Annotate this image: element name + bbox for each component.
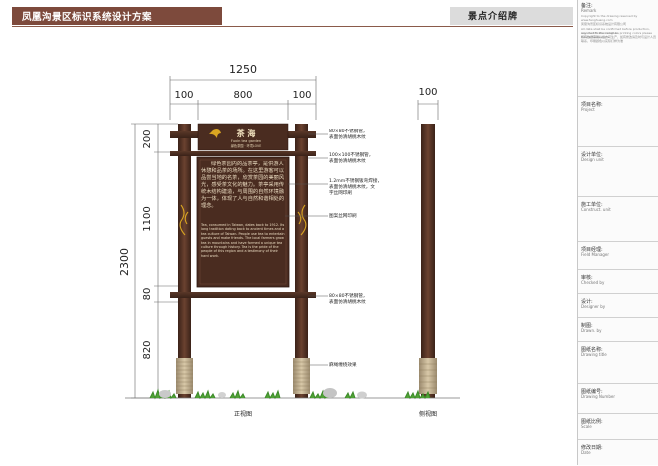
- callout-rope: 麻绳缠绕效果: [329, 363, 357, 368]
- remark-label-en: Remark: [581, 8, 597, 13]
- label-side-view: 侧视图: [419, 410, 437, 418]
- dim-base-height: 820: [142, 340, 153, 359]
- callout-top-beam: 80×80不锈钢管， 表面仿清胡桃木纹: [329, 129, 368, 140]
- dim-side-width: 100: [418, 87, 437, 98]
- callout-lower-beam: 80×80不锈钢管， 表面仿清胡桃木纹: [329, 294, 368, 305]
- dim-total-width: 1250: [229, 63, 257, 76]
- sign-title: 茶 海: [236, 128, 256, 138]
- dimension-vertical: [131, 123, 178, 399]
- dim-top-height: 200: [142, 129, 153, 148]
- left-post: [178, 124, 191, 398]
- field-drawn: 制图: Drawn. by: [578, 317, 658, 342]
- dim-total-height: 2300: [118, 248, 131, 276]
- title-block: 备注: Remark Copyright to the drawing rese…: [577, 0, 658, 465]
- sign-small-text: 绿色茶园 · 环境LOVE: [231, 143, 261, 148]
- callout-panel: 1.2mm不锈钢钣弯焊接， 表面仿清胡桃木纹，文 字丝网印刷: [329, 179, 383, 196]
- field-date: 修改日期: Date: [578, 439, 658, 466]
- field-drawing-number: 图纸编号: Drawing Number: [578, 383, 658, 414]
- callout-upper-rail: 100×100不锈钢管， 表面仿清胡桃木纹: [329, 153, 374, 164]
- left-rope-wrap: [176, 358, 193, 394]
- field-design-unit: 设计单位: Design unit: [578, 146, 658, 197]
- upper-rail: [170, 151, 316, 156]
- copyright-line-6: 所有数据需确认后方可生产，如有修改请及时与设计人员联系，印刷颜色以实际打样为准: [581, 35, 657, 43]
- right-rope-wrap: [293, 358, 310, 394]
- right-post: [295, 124, 308, 398]
- dim-beam-height: 80: [142, 288, 153, 301]
- panel-body-cn: 绿色茶园内的品茶亭，是供游人休憩和品茶的场所。在这里游客可以品尝当地的名茶，欣赏…: [201, 161, 285, 209]
- callout-pattern: 图案丝网印刷: [329, 214, 357, 219]
- field-project: 项目名称: Project: [578, 96, 658, 147]
- sign-subtitle: Fuxin tea garden: [231, 139, 261, 143]
- field-checked: 审核: Checked by: [578, 269, 658, 294]
- side-view: [419, 124, 437, 398]
- sign-drawing: 1250 100 800 100 100 2300 200 1100 80 82…: [118, 63, 460, 418]
- field-construct-unit: 施工单位: Construct. unit: [578, 196, 658, 242]
- copyright-line-3: 凤凰沟景区标识系统设计有限公司: [581, 22, 627, 26]
- dim-left-margin: 100: [174, 90, 193, 101]
- dim-right-margin: 100: [292, 90, 311, 101]
- ground: [125, 388, 460, 400]
- lower-beam: [170, 292, 316, 298]
- label-front-view: 正视图: [234, 410, 252, 418]
- drawing-sheet: 凤凰沟景区标识系统设计方案 景点介绍牌 1250 100 800 100 100…: [0, 0, 658, 465]
- field-designer: 设计: Designer by: [578, 293, 658, 318]
- field-manager: 项目经理: Field Manager: [578, 241, 658, 270]
- dim-panel-width: 800: [233, 90, 252, 101]
- dim-panel-height: 1100: [142, 206, 153, 231]
- field-scale: 图纸比例: Scale: [578, 413, 658, 440]
- panel-body-en: Tea, consumed in Taiwan, dates back to 1…: [201, 223, 285, 258]
- field-drawing-title: 图纸名称: Drawing title: [578, 341, 658, 384]
